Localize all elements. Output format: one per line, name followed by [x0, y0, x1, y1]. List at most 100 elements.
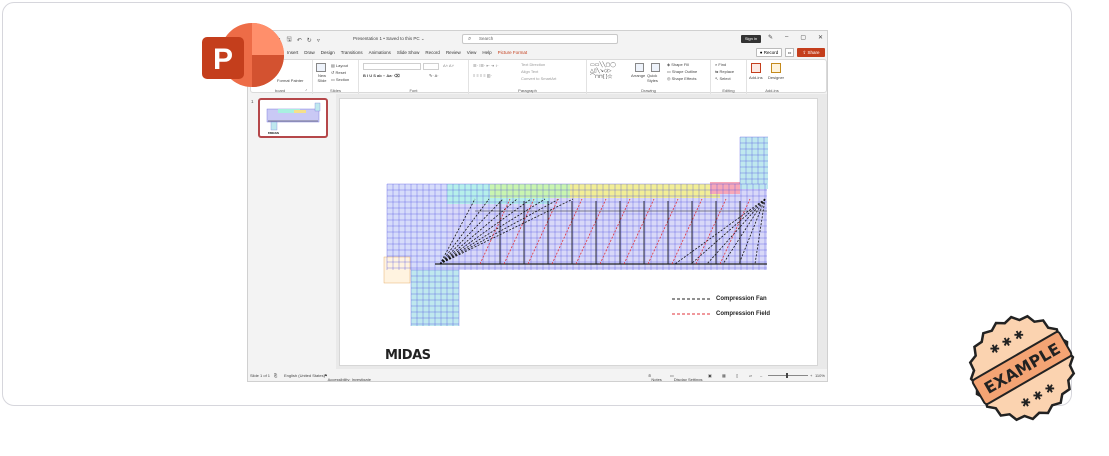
font-color-row[interactable]: ✎· A· [429, 73, 439, 78]
arrange-icon[interactable] [635, 63, 644, 72]
legend-compression-field: Compression Field [716, 311, 771, 317]
shape-outline-button[interactable]: ▭ Shape Outline [667, 69, 697, 74]
svg-text:P: P [213, 43, 233, 76]
find-label: Find [718, 62, 727, 67]
slideshow-icon[interactable]: ▱ [749, 373, 752, 378]
display-settings-button[interactable]: ▭ Display Settings [670, 373, 702, 381]
tab-slide-show[interactable]: Slide Show [394, 47, 423, 58]
fea-model-image[interactable] [340, 99, 819, 367]
designer-button[interactable]: Designer [768, 75, 784, 80]
slides-group-label: Slides [330, 88, 341, 93]
tab-help[interactable]: Help [479, 47, 494, 58]
zoom-out-icon[interactable]: – [760, 373, 762, 378]
font-group-label: Font [409, 88, 418, 93]
ribbon-tabs: Insert Draw Design Transitions Animation… [248, 47, 827, 58]
save-icon[interactable]: 🖫 [287, 35, 292, 45]
designer-icon[interactable] [771, 63, 781, 73]
layout-button[interactable]: ▤ Layout [331, 63, 348, 68]
powerpoint-logo-icon: P [202, 23, 284, 87]
powerpoint-window: ◐ 🖫 ↶ ↻ ▿ Presentation 1 • Saved to this… [247, 30, 828, 382]
slide-info[interactable]: Slide 1 of 1 [250, 373, 270, 378]
font-group: A˄ A˅ B I U S ab ·· Aa· ⌫ ✎· A· Font [359, 60, 469, 94]
shape-fill-label: Shape Fill [671, 62, 689, 67]
close-icon[interactable]: ✕ [818, 34, 823, 41]
arrange-button[interactable]: Arrange [631, 73, 645, 78]
convert-smartart-button[interactable]: Convert to SmartArt [521, 76, 556, 81]
quick-styles-button[interactable]: Quick Styles [647, 73, 663, 83]
document-title[interactable]: Presentation 1 • Saved to this PC ⌄ [353, 36, 425, 42]
search-placeholder: Search [479, 36, 494, 41]
title-bar: ◐ 🖫 ↶ ↻ ▿ Presentation 1 • Saved to this… [248, 31, 827, 47]
tab-transitions[interactable]: Transitions [338, 47, 366, 58]
window-controls: ✎ – ▢ ✕ [768, 34, 823, 41]
zoom-level[interactable]: 110% [815, 373, 825, 378]
new-slide-button[interactable]: New Slide [315, 73, 329, 83]
slide-canvas[interactable]: Compression Fan Compression Field MIDAS [339, 98, 818, 366]
reset-button[interactable]: ↺ Reset [331, 70, 346, 75]
editing-group-label: Editing [722, 88, 735, 93]
tab-review[interactable]: Review [443, 47, 464, 58]
section-button[interactable]: ▭ Section [331, 77, 349, 82]
drawing-group: ▭▭╲╲▢◯ △▯╲↘◇▷ ⌒⊓⊓{ }☆ Arrange Quick Styles… [587, 60, 711, 94]
customize-qat-icon[interactable]: ▿ [317, 37, 320, 44]
display-settings-label: Display Settings [673, 377, 703, 382]
addins-icon[interactable] [751, 63, 761, 73]
tab-animations[interactable]: Animations [366, 47, 394, 58]
align-text-button[interactable]: Align Text [521, 69, 538, 74]
font-size-field[interactable] [423, 63, 439, 70]
tab-draw[interactable]: Draw [301, 47, 318, 58]
select-button[interactable]: ↖ Select [715, 76, 731, 81]
bullets-row[interactable]: ☰· ⁝☰· ⇤ ⇥ ↕· [473, 63, 499, 68]
quick-styles-icon[interactable] [651, 63, 660, 72]
font-size-buttons[interactable]: A˄ A˅ [443, 63, 454, 68]
tab-record[interactable]: Record [422, 47, 443, 58]
share-button[interactable]: ⇪ Share [797, 48, 825, 57]
tab-picture-format[interactable]: Picture Format [495, 47, 531, 58]
zoom-slider[interactable] [768, 375, 808, 376]
font-name-field[interactable] [363, 63, 421, 70]
normal-view-icon[interactable]: ▣ [708, 373, 712, 378]
replace-button[interactable]: ⇆ Replace [715, 69, 734, 74]
text-direction-button[interactable]: Text Direction [521, 62, 545, 67]
comments-icon[interactable]: ▭ [785, 48, 794, 57]
ribbon: Format Painter board ⌟ New Slide ▤ Layou… [250, 59, 827, 94]
shape-effects-button[interactable]: ◎ Shape Effects [667, 76, 696, 81]
addins-button[interactable]: Add-ins [749, 75, 763, 80]
slide-thumbnail[interactable]: MIDAS [258, 98, 328, 138]
tab-view[interactable]: View [464, 47, 480, 58]
undo-icon[interactable]: ↶ [297, 37, 302, 44]
redo-icon[interactable]: ↻ [307, 37, 312, 44]
slide-sorter-icon[interactable]: ▦ [722, 373, 726, 378]
notes-button[interactable]: ≘ Notes [648, 373, 662, 381]
find-button[interactable]: ⌕ Find [715, 62, 726, 67]
support-block [383, 256, 411, 284]
share-label: Share [807, 50, 820, 55]
tab-insert[interactable]: Insert [284, 47, 301, 58]
search-icon: ⌕ [468, 36, 472, 42]
clipboard-launcher-icon[interactable]: ⌟ [305, 86, 307, 91]
sign-in-button[interactable]: Sign in [741, 35, 761, 43]
accessibility-status[interactable]: ⚑ Accessibility: Investigate [324, 373, 371, 381]
tab-design[interactable]: Design [318, 47, 338, 58]
zoom-in-icon[interactable]: + [810, 373, 812, 378]
shapes-gallery[interactable]: ▭▭╲╲▢◯ △▯╲↘◇▷ ⌒⊓⊓{ }☆ [590, 62, 616, 80]
font-format-row[interactable]: B I U S ab ·· Aa· ⌫ [363, 73, 400, 78]
thumbnail-preview: MIDAS [266, 102, 321, 135]
minimize-icon[interactable]: – [785, 34, 788, 41]
restore-icon[interactable]: ▢ [800, 34, 806, 41]
zoom-slider-thumb[interactable] [786, 373, 788, 378]
drawing-group-label: Drawing [641, 88, 656, 93]
paragraph-group: ☰· ⁝☰· ⇤ ⇥ ↕· Text Direction Align Text … [469, 60, 587, 94]
shape-fill-button[interactable]: ◈ Shape Fill [667, 62, 689, 67]
spelling-icon[interactable]: ⎘ [274, 373, 277, 378]
reading-view-icon[interactable]: ▯ [736, 373, 738, 378]
new-slide-icon[interactable] [316, 63, 326, 72]
language-indicator[interactable]: English (United States) [284, 373, 325, 378]
addins-group-label: Add-ins [765, 88, 779, 93]
pen-icon[interactable]: ✎ [768, 34, 773, 41]
status-bar: Slide 1 of 1 ⎘ English (United States) ⚑… [248, 369, 827, 381]
alignment-row[interactable]: ≡ ≡ ≡ ≡ ▥· [473, 73, 492, 78]
search-box[interactable]: ⌕ Search [462, 34, 618, 44]
record-label: Record [763, 50, 779, 55]
record-button[interactable]: ● Record [756, 48, 782, 57]
